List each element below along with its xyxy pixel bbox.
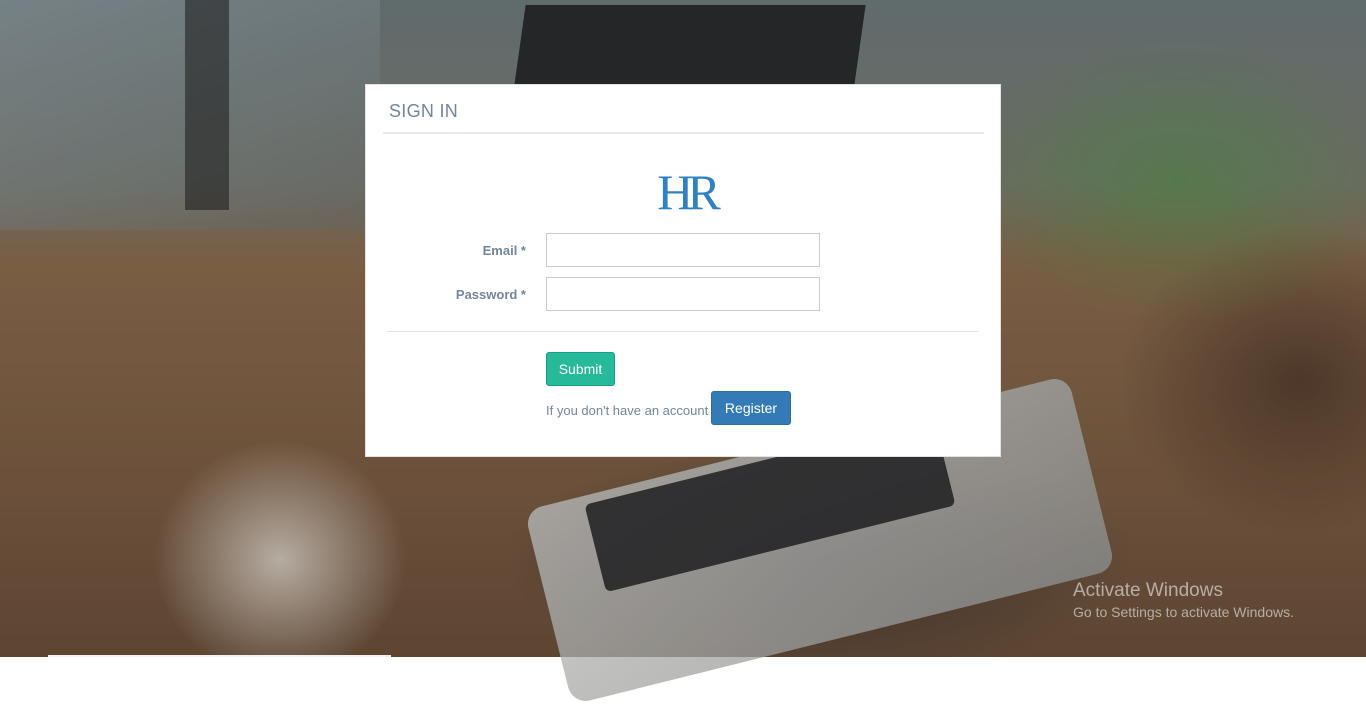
account-prompt: If you don't have an account: [546, 403, 709, 418]
title-divider: [383, 132, 984, 134]
activate-windows-watermark: Activate Windows Go to Settings to activ…: [1073, 580, 1294, 622]
panel-title: SIGN IN: [389, 101, 459, 121]
login-panel: SIGN IN HR Email * Password * Submit If …: [365, 84, 1001, 457]
watermark-subtitle: Go to Settings to activate Windows.: [1073, 604, 1294, 620]
hr-logo-icon: HR: [657, 169, 727, 215]
email-label: Email *: [482, 243, 526, 258]
password-label: Password *: [455, 287, 526, 302]
submit-button[interactable]: Submit: [546, 352, 615, 386]
logo-text: HR: [657, 169, 721, 215]
form-divider: [387, 331, 978, 332]
email-field[interactable]: [546, 233, 820, 267]
watermark-title: Activate Windows: [1073, 580, 1223, 601]
register-button[interactable]: Register: [711, 391, 791, 425]
password-field[interactable]: [546, 277, 820, 311]
